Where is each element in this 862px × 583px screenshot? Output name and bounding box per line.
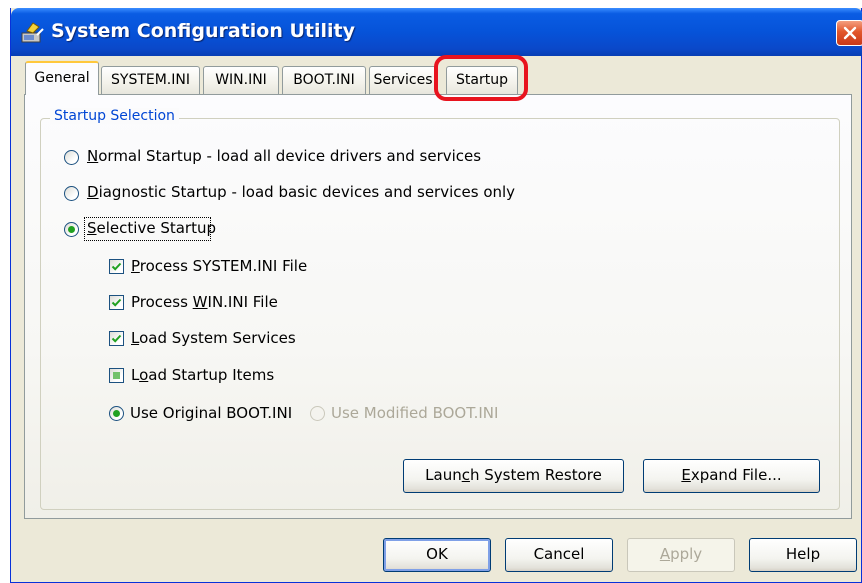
load-startup-items-accel: o [139,366,149,384]
expand-file-text: xpand File... [690,466,782,484]
tab-services-label: Services [373,72,433,88]
selective-startup-radio[interactable] [64,222,79,237]
window-title: System Configuration Utility [51,20,355,42]
startup-selection-title: Startup Selection [50,108,179,124]
expand-file-accel: E [681,466,691,484]
normal-startup-accel: N [87,147,99,165]
selective-startup-accel: S [87,219,97,237]
tab-system-ini-label: SYSTEM.INI [111,72,190,88]
title-bar[interactable]: System Configuration Utility [11,8,862,56]
diagnostic-startup-accel: D [87,183,99,201]
load-startup-items-text: ad Startup Items [148,366,275,384]
tab-services[interactable]: Services [369,66,437,94]
normal-startup-text: ormal Startup - load all device drivers … [98,147,482,165]
use-original-boot-ini-radio[interactable] [109,406,124,421]
tab-win-ini-label: WIN.INI [215,72,267,88]
tab-win-ini[interactable]: WIN.INI [203,66,279,94]
process-system-ini-label[interactable]: Process SYSTEM.INI File [131,257,307,275]
apply-button: Apply [627,538,735,572]
tab-general-label: General [34,70,90,86]
close-icon [843,26,857,40]
load-system-services-accel: L [131,329,140,347]
selective-startup-label[interactable]: Selective Startup [87,219,216,237]
process-win-ini-label[interactable]: Process WIN.INI File [131,293,278,311]
checkmark-icon [111,298,122,307]
diagnostic-startup-label[interactable]: Diagnostic Startup - load basic devices … [87,183,515,201]
help-button[interactable]: Help [749,538,857,572]
diagnostic-startup-radio[interactable] [64,186,79,201]
load-system-services-checkbox[interactable] [109,331,124,346]
checkmark-icon [111,334,122,343]
use-modified-boot-ini-label: Use Modified BOOT.INI [331,404,499,422]
process-win-ini-pre: Process [131,293,193,311]
process-win-ini-accel: W [192,293,208,311]
selective-startup-text: elective Startup [96,219,216,237]
startup-tab-highlight-ring [434,55,528,101]
system-configuration-app-icon [21,22,44,43]
process-win-ini-checkbox[interactable] [109,295,124,310]
ok-button[interactable]: OK [383,538,491,572]
tab-system-ini[interactable]: SYSTEM.INI [101,66,200,94]
load-startup-items-label[interactable]: Load Startup Items [131,366,274,384]
apply-text: pply [670,545,703,563]
tab-boot-ini-label: BOOT.INI [293,72,355,88]
normal-startup-radio[interactable] [64,150,79,165]
load-startup-items-checkbox[interactable] [109,368,124,383]
cancel-button[interactable]: Cancel [505,538,613,572]
close-button[interactable] [836,20,862,46]
use-original-boot-ini-label[interactable]: Use Original BOOT.INI [130,404,292,422]
load-system-services-label[interactable]: Load System Services [131,329,296,347]
launch-restore-accel: c [461,466,470,484]
checkmark-icon [111,262,122,271]
startup-selection-group [40,118,840,510]
expand-file-button[interactable]: Expand File... [643,459,820,493]
process-system-ini-checkbox[interactable] [109,259,124,274]
launch-restore-text: h System Restore [469,466,602,484]
launch-system-restore-button[interactable]: Launch System Restore [403,459,624,493]
use-modified-boot-ini-radio [310,406,325,421]
tab-general[interactable]: General [25,61,99,95]
process-system-ini-text: rocess SYSTEM.INI File [139,257,308,275]
normal-startup-label[interactable]: Normal Startup - load all device drivers… [87,147,481,165]
load-startup-items-pre: L [131,366,140,384]
load-system-services-text: oad System Services [139,329,296,347]
launch-restore-pre: Laun [425,466,462,484]
process-win-ini-text: IN.INI File [207,293,278,311]
apply-accel: A [659,545,671,563]
diagnostic-startup-text: iagnostic Startup - load basic devices a… [98,183,516,201]
tab-boot-ini[interactable]: BOOT.INI [282,66,366,94]
process-system-ini-accel: P [131,257,140,275]
